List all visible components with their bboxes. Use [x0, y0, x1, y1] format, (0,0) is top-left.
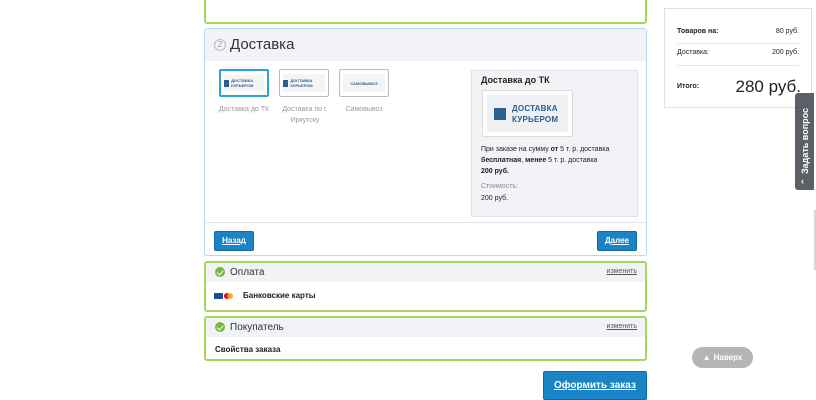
summary-goods-row: Товаров на: 80 руб. [677, 28, 799, 35]
chevron-up-icon: ▲ [702, 353, 711, 362]
ask-question-label[interactable]: Задать вопрос [800, 108, 810, 174]
divider [677, 43, 799, 44]
payment-change-link[interactable]: изменить [607, 268, 637, 275]
back-button[interactable]: Назад [214, 231, 254, 251]
courier-box-icon [283, 79, 289, 87]
delivery-option-tk[interactable]: ДОСТАВКА КУРЬЕРОМ [219, 69, 269, 97]
delivery-info-panel: Доставка до ТК ДОСТАВКА КУРЬЕРОМ При зак… [471, 70, 638, 217]
desc-text: При заказе на сумму [481, 146, 551, 153]
delivery-value: 200 руб. [772, 49, 799, 56]
delivery-option-irkutsk[interactable]: ДОСТАВКА КУРЬЕРОМ [279, 69, 329, 97]
option-logo-text: ДОСТАВКА КУРЬЕРОМ [231, 78, 254, 88]
delivery-option-label[interactable]: Доставка до ТК [211, 104, 277, 115]
payment-title: Оплата [230, 267, 265, 278]
delivery-title: Доставка [230, 36, 295, 53]
delivery-info-title: Доставка до ТК [481, 75, 550, 85]
delivery-section: 2 Доставка ДОСТАВКА КУРЬЕРОМ Доставка до… [204, 28, 647, 256]
option-logo-text: САМОВЫВОЗ [350, 80, 378, 86]
goods-label: Товаров на: [677, 28, 719, 35]
desc-bold: 200 руб. [481, 168, 509, 175]
logo-line: ДОСТАВКА [512, 104, 558, 113]
summary-delivery-row: Доставка: 200 руб. [677, 49, 799, 56]
payment-method: Банковские карты [243, 291, 316, 300]
desc-bold: бесплатная [481, 157, 522, 164]
divider [205, 222, 646, 223]
check-icon [215, 267, 225, 277]
desc-bold: менее [525, 157, 547, 164]
total-label: Итого: [677, 83, 700, 90]
order-properties: Свойства заказа [215, 345, 281, 354]
scroll-up-label: Наверх [713, 353, 743, 362]
payment-section: Оплата изменить Банковские карты [204, 261, 647, 312]
next-button[interactable]: Далее [597, 231, 637, 251]
previous-step-section [204, 0, 647, 24]
delivery-logo: ДОСТАВКА КУРЬЕРОМ [482, 90, 573, 137]
step-number: 2 [214, 39, 226, 51]
desc-text: 5 т. р. доставка [558, 146, 610, 153]
order-summary: Товаров на: 80 руб. Доставка: 200 руб. И… [664, 8, 812, 108]
chevron-left-icon: ‹ [801, 176, 804, 186]
bank-card-icon [214, 293, 233, 299]
delivery-option-label[interactable]: Доставка по г. Иркутску [271, 104, 339, 126]
total-value: 280 руб. [735, 77, 801, 96]
goods-value: 80 руб. [775, 28, 799, 35]
delivery-description: При заказе на сумму от 5 т. р. доставка … [481, 144, 633, 177]
cost-value: 200 руб. [481, 195, 508, 202]
option-logo-text: ДОСТАВКА КУРЬЕРОМ [290, 78, 313, 88]
divider [677, 65, 799, 66]
delivery-option-label[interactable]: Самовывоз [331, 104, 397, 115]
buyer-change-link[interactable]: изменить [607, 323, 637, 330]
payment-header: Оплата изменить [206, 263, 645, 282]
delivery-option-pickup[interactable]: САМОВЫВОЗ [339, 69, 389, 97]
buyer-header: Покупатель изменить [206, 318, 645, 337]
delivery-header: 2 Доставка [205, 29, 646, 61]
logo-line: КУРЬЕРОМ [512, 115, 559, 124]
place-order-button[interactable]: Оформить заказ [543, 371, 647, 400]
desc-text: 5 т. р. доставка [546, 157, 598, 164]
delivery-label: Доставка: [677, 49, 710, 56]
scroll-up-button[interactable]: ▲ Наверх [692, 347, 753, 368]
check-icon [215, 322, 225, 332]
courier-box-icon [494, 108, 506, 120]
courier-box-icon [224, 79, 230, 87]
buyer-section: Покупатель изменить Свойства заказа [204, 316, 647, 361]
buyer-title: Покупатель [230, 322, 284, 333]
cost-label: Стоимость: [481, 183, 518, 190]
